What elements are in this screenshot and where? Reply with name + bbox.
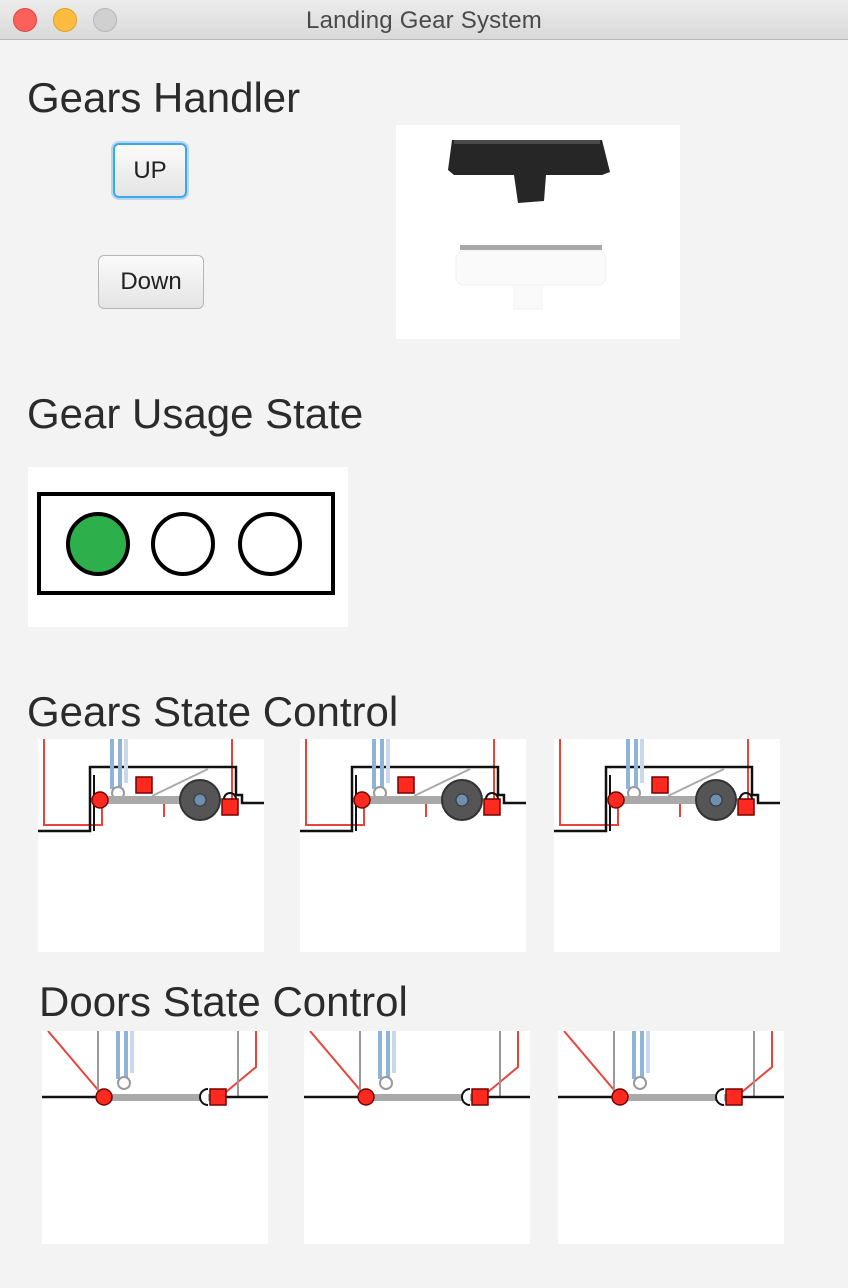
gear-up-button[interactable]: UP bbox=[113, 143, 187, 198]
gear-usage-indicator bbox=[28, 467, 348, 627]
gear-3-state-panel bbox=[554, 739, 780, 952]
doors-state-control-title: Doors State Control bbox=[39, 978, 408, 1025]
gear-handle-image bbox=[396, 125, 680, 339]
window-title: Landing Gear System bbox=[306, 7, 542, 34]
door-2-state-panel bbox=[304, 1031, 530, 1244]
window-titlebar: Landing Gear System bbox=[0, 0, 848, 40]
door-1-state-panel bbox=[42, 1031, 268, 1244]
light-1-indicator bbox=[66, 512, 130, 576]
gear-down-button[interactable]: Down bbox=[98, 255, 204, 309]
gear-usage-state-title: Gear Usage State bbox=[27, 390, 364, 437]
gears-state-control-title: Gears State Control bbox=[27, 688, 399, 735]
light-2-indicator bbox=[151, 512, 215, 576]
gear-2-state-panel bbox=[300, 739, 526, 952]
door-3-state-panel bbox=[558, 1031, 784, 1244]
light-3-indicator bbox=[238, 512, 302, 576]
gears-handler-title: Gears Handler bbox=[27, 74, 301, 121]
gear-1-state-panel bbox=[38, 739, 264, 952]
